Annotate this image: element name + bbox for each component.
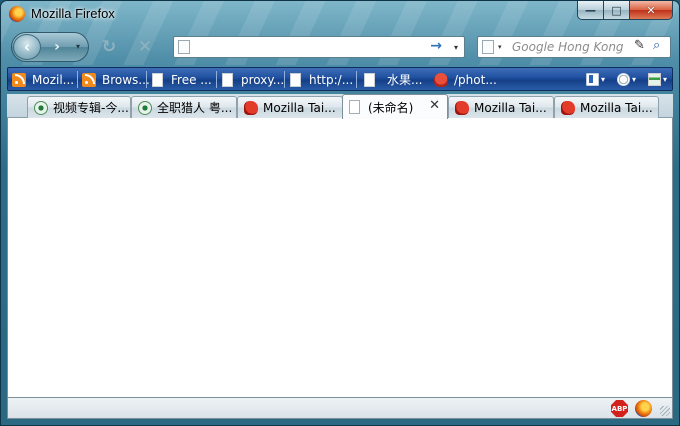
history-dropdown-icon[interactable]: ▾ [76,42,80,51]
highlighter-icon[interactable]: ✎ [634,38,645,53]
caption-buttons: — □ ✕ [577,1,673,20]
bookmarks-toolbar: Mozil... Brows... Free ... proxy... http… [7,67,673,91]
reload-icon: ↻ [101,37,117,57]
bookmark-separator [216,71,217,88]
bookmark-separator [77,71,78,88]
bookmark-item[interactable]: proxy... [222,70,284,89]
page-icon [178,40,190,54]
back-button[interactable]: ‹ [13,34,41,60]
bookmark-item[interactable]: Free ... [152,70,212,89]
minimize-icon: — [585,3,596,17]
stop-icon: ✕ [137,37,153,57]
status-bar: ABP [7,397,673,419]
bookmark-label: proxy... [241,72,285,87]
mozilla-dinosaur-icon [561,100,575,115]
extensions-button[interactable]: ▾ [648,71,667,88]
page-icon [290,72,301,87]
page-icon [222,72,233,87]
bookmark-separator [356,71,357,88]
close-icon: ✕ [646,3,656,17]
tab-label: Mozilla Tai... [580,100,653,115]
sidebar-dropdown-icon: ▾ [601,75,606,84]
close-tab-icon[interactable]: ✕ [429,98,440,113]
rss-feed-icon [12,72,26,87]
tab-label: 全职猎人 粤... [157,101,233,115]
bookmark-item[interactable]: /phot... [434,70,497,89]
bookmark-label: Mozil... [32,72,75,87]
resize-grip[interactable] [660,406,670,416]
bookmark-separator [146,71,147,88]
firefox-icon [9,6,25,22]
back-arrow-icon: ‹ [23,38,31,56]
search-icon[interactable]: ⌕ [653,38,660,53]
go-arrow-icon[interactable]: → [430,38,442,54]
sidebar-button[interactable]: ▾ [586,71,605,88]
page-icon [364,72,375,87]
navigation-toolbar: ‹ › ▾ ↻ ✕ → ▾ ▾ ✎ ⌕ [1,29,679,65]
search-bar: ▾ ✎ ⌕ [477,36,671,58]
tab-strip: 视频专辑-今... 全职猎人 粤... Mozilla Tai... (未命名)… [7,94,673,119]
bookmark-label: Free ... [171,72,212,87]
tab-label: Mozilla Tai... [263,100,336,115]
extensions-dropdown-icon: ▾ [663,75,668,84]
engine-dropdown-icon[interactable]: ▾ [498,43,502,51]
bookmark-label: http:/... [309,72,354,87]
history-dropdown-icon: ▾ [632,75,637,84]
url-bar: → ▾ [173,36,465,58]
blank-page-icon [349,100,360,114]
tab[interactable]: Mozilla Tai... [448,96,554,118]
adblock-plus-icon[interactable]: ABP [611,400,628,417]
minimize-button[interactable]: — [577,1,604,20]
search-engine-icon[interactable] [482,40,494,54]
url-dropdown-icon[interactable]: ▾ [454,43,458,52]
firefox-status-icon[interactable] [635,400,652,417]
forward-button[interactable]: › [44,36,70,58]
bookmark-item[interactable]: http:/... [290,70,353,89]
history-button[interactable]: ▾ [617,71,636,88]
clock-icon [617,73,630,86]
bookmark-item[interactable]: Brows... [82,70,150,89]
mozilla-dinosaur-icon [455,100,469,115]
globe-favicon-icon [34,100,48,115]
octopus-icon [434,72,448,87]
rss-feed-icon [82,72,96,87]
bookmark-label: 水果... [387,73,423,87]
back-forward-group: ‹ › ▾ [11,32,89,62]
stop-button[interactable]: ✕ [135,37,155,57]
url-input[interactable] [196,39,424,55]
sidebar-icon [586,73,599,86]
mozilla-dinosaur-icon [244,100,258,115]
forward-arrow-icon: › [54,39,60,55]
bookmark-item[interactable]: 水果... [364,70,422,89]
close-button[interactable]: ✕ [630,1,673,20]
maximize-button[interactable]: □ [604,1,630,20]
browser-window: Mozilla Firefox — □ ✕ ‹ › ▾ ↻ ✕ → ▾ ▾ Go… [0,0,680,426]
title-bar[interactable]: Mozilla Firefox — □ ✕ [1,1,679,27]
tab[interactable]: 视频专辑-今... [27,96,131,118]
tab[interactable]: 全职猎人 粤... [131,96,237,118]
page-content[interactable] [7,118,673,397]
tab-active[interactable]: (未命名) ✕ [342,94,448,119]
tab-label: 视频专辑-今... [53,101,129,115]
extensions-icon [648,73,661,86]
bookmark-item[interactable]: Mozil... [12,70,74,89]
maximize-icon: □ [611,3,622,17]
tab[interactable]: Mozilla Tai... [237,96,343,118]
globe-favicon-icon [138,100,152,115]
bookmark-separator [284,71,285,88]
page-icon [152,72,163,87]
window-title: Mozilla Firefox [31,6,115,21]
bookmark-label: Brows... [102,72,150,87]
tab-label: Mozilla Tai... [474,100,547,115]
search-input[interactable] [512,39,630,55]
reload-button[interactable]: ↻ [99,37,119,57]
tab[interactable]: Mozilla Tai... [554,96,659,118]
tab-label: (未命名) [368,100,414,115]
bookmark-label: /phot... [454,72,497,87]
